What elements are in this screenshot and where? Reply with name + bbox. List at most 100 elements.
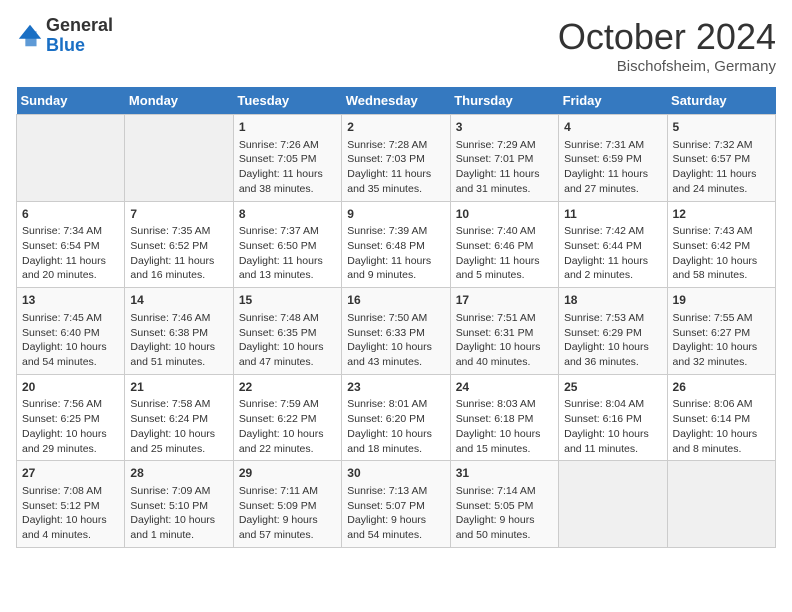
cell-text: Sunset: 7:01 PM [456,152,553,167]
calendar-cell: 7Sunrise: 7:35 AMSunset: 6:52 PMDaylight… [125,201,233,288]
cell-text: Sunrise: 7:50 AM [347,311,444,326]
cell-text: Sunset: 6:20 PM [347,412,444,427]
cell-text: Daylight: 11 hours and 38 minutes. [239,167,336,196]
cell-text: Sunrise: 7:55 AM [673,311,770,326]
day-number: 26 [673,379,770,396]
cell-text: Sunset: 6:57 PM [673,152,770,167]
cell-text: Sunset: 5:07 PM [347,499,444,514]
cell-text: Sunrise: 7:09 AM [130,484,227,499]
calendar-cell: 14Sunrise: 7:46 AMSunset: 6:38 PMDayligh… [125,288,233,375]
day-number: 6 [22,206,119,223]
cell-text: Daylight: 10 hours and 8 minutes. [673,427,770,456]
day-number: 5 [673,119,770,136]
day-number: 18 [564,292,661,309]
cell-text: Sunset: 6:48 PM [347,239,444,254]
calendar-cell: 29Sunrise: 7:11 AMSunset: 5:09 PMDayligh… [233,461,341,548]
cell-text: Sunrise: 8:01 AM [347,397,444,412]
page-header: General Blue October 2024 Bischofsheim, … [16,16,776,75]
day-number: 19 [673,292,770,309]
day-number: 15 [239,292,336,309]
cell-text: Sunset: 6:52 PM [130,239,227,254]
cell-text: Sunset: 6:35 PM [239,326,336,341]
cell-text: Sunset: 6:38 PM [130,326,227,341]
cell-text: Sunset: 7:05 PM [239,152,336,167]
cell-text: Daylight: 10 hours and 32 minutes. [673,340,770,369]
cell-text: Sunrise: 8:03 AM [456,397,553,412]
day-number: 20 [22,379,119,396]
cell-text: Daylight: 10 hours and 15 minutes. [456,427,553,456]
cell-text: Sunset: 6:18 PM [456,412,553,427]
cell-text: Sunrise: 7:34 AM [22,224,119,239]
day-number: 10 [456,206,553,223]
logo-icon [16,22,44,50]
cell-text: Sunrise: 7:26 AM [239,138,336,153]
cell-text: Sunrise: 8:04 AM [564,397,661,412]
calendar-cell: 18Sunrise: 7:53 AMSunset: 6:29 PMDayligh… [559,288,667,375]
cell-text: Sunrise: 7:39 AM [347,224,444,239]
cell-text: Sunset: 6:24 PM [130,412,227,427]
cell-text: Daylight: 10 hours and 58 minutes. [673,254,770,283]
day-number: 23 [347,379,444,396]
cell-text: Daylight: 10 hours and 25 minutes. [130,427,227,456]
cell-text: Daylight: 11 hours and 35 minutes. [347,167,444,196]
calendar-cell: 28Sunrise: 7:09 AMSunset: 5:10 PMDayligh… [125,461,233,548]
day-number: 9 [347,206,444,223]
calendar-cell [17,115,125,202]
cell-text: Daylight: 9 hours and 57 minutes. [239,513,336,542]
cell-text: Sunset: 6:40 PM [22,326,119,341]
cell-text: Sunrise: 7:32 AM [673,138,770,153]
day-number: 30 [347,465,444,482]
cell-text: Daylight: 10 hours and 54 minutes. [22,340,119,369]
cell-text: Sunrise: 7:40 AM [456,224,553,239]
day-number: 1 [239,119,336,136]
day-number: 31 [456,465,553,482]
location: Bischofsheim, Germany [558,58,776,75]
cell-text: Daylight: 10 hours and 51 minutes. [130,340,227,369]
calendar-cell [667,461,775,548]
day-number: 2 [347,119,444,136]
calendar-cell: 21Sunrise: 7:58 AMSunset: 6:24 PMDayligh… [125,374,233,461]
cell-text: Sunrise: 8:06 AM [673,397,770,412]
calendar-cell: 20Sunrise: 7:56 AMSunset: 6:25 PMDayligh… [17,374,125,461]
cell-text: Sunrise: 7:43 AM [673,224,770,239]
cell-text: Sunset: 5:12 PM [22,499,119,514]
day-number: 8 [239,206,336,223]
cell-text: Sunset: 6:33 PM [347,326,444,341]
calendar-cell: 30Sunrise: 7:13 AMSunset: 5:07 PMDayligh… [342,461,450,548]
calendar-cell: 10Sunrise: 7:40 AMSunset: 6:46 PMDayligh… [450,201,558,288]
calendar-cell: 13Sunrise: 7:45 AMSunset: 6:40 PMDayligh… [17,288,125,375]
day-number: 16 [347,292,444,309]
calendar-cell: 26Sunrise: 8:06 AMSunset: 6:14 PMDayligh… [667,374,775,461]
cell-text: Sunrise: 7:56 AM [22,397,119,412]
calendar-cell: 25Sunrise: 8:04 AMSunset: 6:16 PMDayligh… [559,374,667,461]
cell-text: Daylight: 11 hours and 24 minutes. [673,167,770,196]
cell-text: Sunset: 6:46 PM [456,239,553,254]
cell-text: Daylight: 10 hours and 4 minutes. [22,513,119,542]
weekday-header-row: SundayMondayTuesdayWednesdayThursdayFrid… [17,87,776,115]
cell-text: Daylight: 10 hours and 43 minutes. [347,340,444,369]
cell-text: Sunset: 6:44 PM [564,239,661,254]
cell-text: Sunset: 6:31 PM [456,326,553,341]
calendar-cell [559,461,667,548]
cell-text: Sunrise: 7:42 AM [564,224,661,239]
cell-text: Daylight: 11 hours and 5 minutes. [456,254,553,283]
cell-text: Sunrise: 7:28 AM [347,138,444,153]
cell-text: Daylight: 11 hours and 27 minutes. [564,167,661,196]
calendar-table: SundayMondayTuesdayWednesdayThursdayFrid… [16,87,776,548]
day-number: 25 [564,379,661,396]
cell-text: Sunset: 6:16 PM [564,412,661,427]
cell-text: Daylight: 11 hours and 16 minutes. [130,254,227,283]
calendar-cell: 6Sunrise: 7:34 AMSunset: 6:54 PMDaylight… [17,201,125,288]
calendar-cell [125,115,233,202]
cell-text: Sunrise: 7:53 AM [564,311,661,326]
month-title: October 2024 [558,16,776,58]
cell-text: Sunset: 6:42 PM [673,239,770,254]
cell-text: Daylight: 11 hours and 20 minutes. [22,254,119,283]
calendar-cell: 11Sunrise: 7:42 AMSunset: 6:44 PMDayligh… [559,201,667,288]
calendar-week-row: 27Sunrise: 7:08 AMSunset: 5:12 PMDayligh… [17,461,776,548]
cell-text: Sunset: 6:59 PM [564,152,661,167]
cell-text: Daylight: 9 hours and 54 minutes. [347,513,444,542]
day-number: 29 [239,465,336,482]
day-number: 7 [130,206,227,223]
calendar-week-row: 1Sunrise: 7:26 AMSunset: 7:05 PMDaylight… [17,115,776,202]
